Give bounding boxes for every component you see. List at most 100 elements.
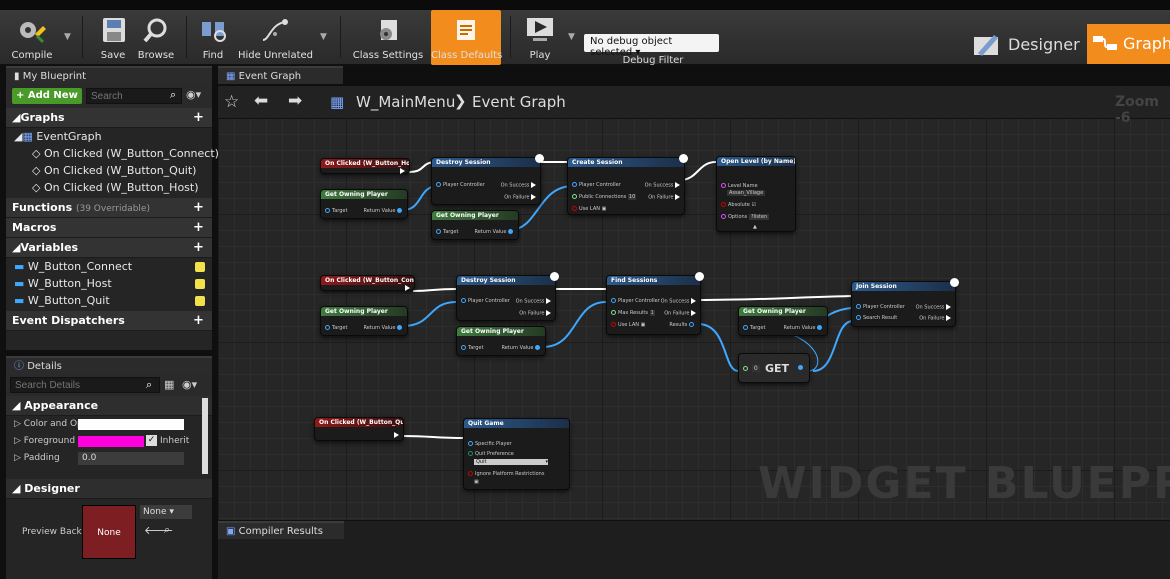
details-search-input[interactable] xyxy=(10,377,160,393)
graph-mode-tab[interactable]: Graph xyxy=(1087,24,1170,64)
foreground-color-swatch[interactable] xyxy=(78,436,144,447)
graphs-header[interactable]: ◢Graphs + xyxy=(6,108,212,128)
max-results-pin[interactable]: Max Results 1 xyxy=(611,310,655,316)
preview-background-select[interactable]: None ▾ xyxy=(140,505,192,519)
public-connections-pin[interactable]: Public Connections 10 xyxy=(572,194,637,200)
functions-header[interactable]: Functions (39 Overridable) + xyxy=(6,198,212,218)
public-connections-input[interactable]: 10 xyxy=(627,194,637,200)
absolute-pin[interactable]: Absolute ☑ xyxy=(721,202,756,208)
add-variable-plus-icon[interactable]: + xyxy=(193,241,204,254)
get-owning-player-node[interactable]: Get Owning Player Target Return Value xyxy=(738,306,828,336)
color-opacity-swatch[interactable] xyxy=(78,419,184,430)
compile-button[interactable]: Compile xyxy=(4,10,60,65)
return-value-pin[interactable]: Return Value xyxy=(363,208,404,214)
target-pin[interactable]: Target xyxy=(436,229,458,235)
return-value-pin[interactable]: Return Value xyxy=(474,229,515,235)
class-settings-button[interactable]: Class Settings xyxy=(352,10,424,65)
add-function-plus-icon[interactable]: + xyxy=(193,201,204,214)
index-pin[interactable]: 0 xyxy=(743,365,760,372)
appearance-header[interactable]: ◢ Appearance xyxy=(6,396,212,416)
destroy-session-node[interactable]: Destroy Session Player Controller On Suc… xyxy=(456,272,559,321)
class-defaults-button[interactable]: Class Defaults xyxy=(431,10,502,65)
target-pin[interactable]: Target xyxy=(743,325,765,331)
index-input[interactable]: 0 xyxy=(751,365,760,372)
event-item[interactable]: ◇ On Clicked (W_Button_Host) xyxy=(6,179,212,196)
options-pin[interactable]: Options ?listen xyxy=(721,214,770,220)
get-output-pin[interactable] xyxy=(798,365,805,371)
return-value-pin[interactable]: Return Value xyxy=(783,325,824,331)
level-name-input[interactable]: Assan_Village xyxy=(727,190,766,196)
player-controller-pin[interactable]: Player Controller xyxy=(572,182,621,188)
ignore-restrictions-checkbox[interactable]: ▣ xyxy=(474,479,479,485)
variables-header[interactable]: ◢Variables + xyxy=(6,238,212,258)
on-failure-pin[interactable]: On Failure xyxy=(648,194,680,201)
save-button[interactable]: Save xyxy=(96,10,130,65)
target-pin[interactable]: Target xyxy=(325,325,347,331)
inherit-checkbox[interactable]: ✓ xyxy=(146,435,157,446)
on-success-pin[interactable]: On Success xyxy=(501,182,536,189)
quit-preference-select[interactable]: Quit ▾ xyxy=(474,459,548,465)
variable-item[interactable]: ▬ W_Button_Host xyxy=(6,275,212,292)
target-pin[interactable]: Target xyxy=(325,208,347,214)
search-result-pin[interactable]: Search Result xyxy=(856,315,897,321)
grid-view-icon[interactable]: ▦ xyxy=(164,378,174,391)
join-session-node[interactable]: Join Session Player Controller On Succes… xyxy=(851,278,959,327)
max-results-input[interactable]: 1 xyxy=(649,310,655,316)
details-scrollbar[interactable] xyxy=(202,398,208,474)
my-blueprint-tab[interactable]: ▮ My Blueprint xyxy=(6,66,212,84)
macros-header[interactable]: Macros + xyxy=(6,218,212,238)
event-item[interactable]: ◇ On Clicked (W_Button_Connect) xyxy=(6,145,219,162)
hide-unrelated-button[interactable]: Hide Unrelated xyxy=(238,10,313,65)
find-sessions-node[interactable]: Find Sessions Player Controller On Succe… xyxy=(606,272,704,335)
view-options-eye-icon[interactable]: ◉▾ xyxy=(186,88,201,101)
target-pin[interactable]: Target xyxy=(461,345,483,351)
variable-item[interactable]: ▬ W_Button_Connect xyxy=(6,258,212,275)
padding-input[interactable]: 0.0 xyxy=(78,452,184,465)
exec-out-pin[interactable] xyxy=(405,285,410,292)
on-clicked-host-event-node[interactable]: On Clicked (W_Button_Host) xyxy=(320,158,410,174)
add-dispatcher-plus-icon[interactable]: + xyxy=(193,314,204,327)
hide-unrelated-chevron-icon[interactable]: ▼ xyxy=(320,32,327,42)
player-controller-pin[interactable]: Player Controller xyxy=(461,298,510,304)
use-lan-pin[interactable]: Use LAN ▣ xyxy=(572,206,606,212)
on-clicked-connect-event-node[interactable]: On Clicked (W_Button_Connect) xyxy=(320,275,415,291)
on-failure-pin[interactable]: On Failure xyxy=(504,194,536,201)
event-graph-item[interactable]: ◢▦ EventGraph xyxy=(6,128,212,145)
expand-arrow-icon[interactable]: ▲ xyxy=(753,224,757,230)
add-new-button[interactable]: + Add New ▾ xyxy=(12,88,82,117)
favorite-star-icon[interactable]: ☆ xyxy=(224,92,239,112)
play-button[interactable]: Play xyxy=(520,10,560,65)
get-owning-player-node[interactable]: Get Owning Player Target Return Value xyxy=(431,210,519,240)
on-success-pin[interactable]: On Success xyxy=(661,298,696,305)
visibility-eye-icon[interactable] xyxy=(195,296,205,306)
event-item[interactable]: ◇ On Clicked (W_Button_Quit) xyxy=(6,162,212,179)
get-owning-player-node[interactable]: Get Owning Player Target Return Value xyxy=(320,189,408,219)
on-failure-pin[interactable]: On Failure xyxy=(519,310,551,317)
find-button[interactable]: Find xyxy=(196,10,230,65)
player-controller-pin[interactable]: Player Controller xyxy=(856,304,905,310)
visibility-eye-icon[interactable] xyxy=(195,279,205,289)
breadcrumb-root[interactable]: W_MainMenu xyxy=(356,93,455,111)
quit-preference-pin[interactable]: Quit Preference xyxy=(468,451,514,457)
destroy-session-node[interactable]: Destroy Session Player Controller On Suc… xyxy=(431,154,544,205)
on-failure-pin[interactable]: On Failure xyxy=(664,310,696,317)
results-pin[interactable]: Results xyxy=(669,322,696,328)
designer-header[interactable]: ◢ Designer xyxy=(6,479,212,499)
array-get-node[interactable]: 0 GET xyxy=(738,353,810,383)
return-value-pin[interactable]: Return Value xyxy=(363,325,404,331)
event-graph-canvas[interactable]: On Clicked (W_Button_Host) Get Owning Pl… xyxy=(218,86,1170,520)
play-options-chevron-icon[interactable]: ▼ xyxy=(568,32,575,42)
compile-options-chevron-icon[interactable]: ▼ xyxy=(64,32,71,42)
return-value-pin[interactable]: Return Value xyxy=(501,345,542,351)
on-failure-pin[interactable]: On Failure xyxy=(919,315,951,322)
level-name-pin[interactable]: Level Name xyxy=(721,183,758,189)
add-graph-plus-icon[interactable]: + xyxy=(193,111,204,124)
forward-arrow-icon[interactable]: ➡ xyxy=(288,91,302,111)
view-options-eye-icon[interactable]: ◉▾ xyxy=(182,378,197,391)
player-controller-pin[interactable]: Player Controller xyxy=(611,298,660,304)
create-session-node[interactable]: Create Session Player Controller On Succ… xyxy=(567,154,688,215)
preview-background-swatch[interactable]: None xyxy=(82,505,136,559)
visibility-eye-icon[interactable] xyxy=(195,262,205,272)
exec-out-pin[interactable] xyxy=(400,168,405,175)
options-input[interactable]: ?listen xyxy=(748,214,770,220)
